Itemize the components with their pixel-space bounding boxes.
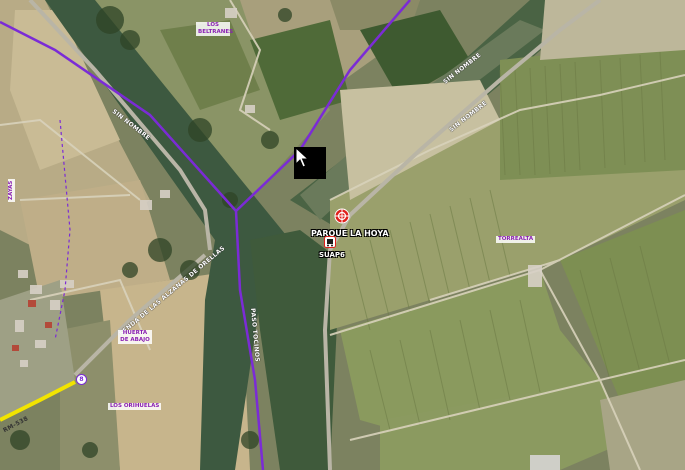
place-label-huerta-abajo: HUERTA DE ABAJO xyxy=(118,330,152,344)
target-marker-icon[interactable] xyxy=(334,208,350,224)
bus-stop-icon[interactable] xyxy=(324,236,336,248)
cursor-arrow-icon xyxy=(295,147,311,169)
place-label-los-beltranes: LOS BELTRANES xyxy=(196,22,234,36)
map-view[interactable]: SIN NOMBRE SIN NOMBRE SIN NOMBRE PASO TO… xyxy=(0,0,685,470)
route-number-badge: 8 xyxy=(76,374,87,385)
place-label-torrealta: TORREALTA xyxy=(496,236,536,243)
poi-label-parque[interactable]: PARQUE LA HOYA xyxy=(311,229,389,238)
bus-stop-label[interactable]: SUAP6 xyxy=(319,251,345,259)
place-label-orihuelas: LOS ORIHUELAS xyxy=(108,403,162,410)
place-label-vertical-left: ZAYAS xyxy=(8,178,15,202)
